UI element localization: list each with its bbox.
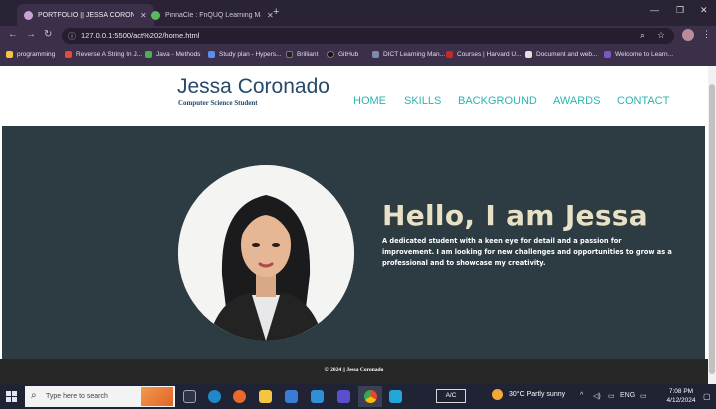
- hero-section: Hello, I am Jessa A dedicated student wi…: [2, 126, 705, 359]
- tab-portfolio[interactable]: PORTFOLIO || JESSA CORONADO ✕: [17, 4, 154, 26]
- nav-awards[interactable]: AWARDS: [553, 95, 600, 107]
- site-footer: © 2024 || Jessa Coronado: [0, 359, 708, 384]
- search-icon: ⌕: [31, 390, 37, 401]
- network-icon[interactable]: ▭: [608, 392, 615, 400]
- scroll-thumb[interactable]: [709, 84, 715, 374]
- taskbar-clock[interactable]: 7:08 PM 4/12/2024: [664, 387, 698, 405]
- bookmark-item[interactable]: DICT Learning Man...: [372, 51, 445, 58]
- bookmark-star-icon[interactable]: ☆: [657, 30, 665, 41]
- mail-icon[interactable]: [311, 390, 324, 403]
- show-hidden-icons-icon[interactable]: ^: [580, 392, 583, 399]
- task-view-icon[interactable]: [183, 390, 196, 403]
- bookmark-item[interactable]: Brilliant: [286, 51, 318, 58]
- notifications-icon[interactable]: ▢: [703, 392, 711, 401]
- tab-pinnacle[interactable]: PinnaCle : FnQUQ Learning Ma... ✕: [144, 4, 281, 26]
- profile-photo: [178, 165, 354, 341]
- page-scrollbar[interactable]: [708, 66, 716, 384]
- nav-background[interactable]: BACKGROUND: [458, 95, 537, 107]
- browser-toolbar: ← → ↻ ⓘ 127.0.0.1:5500/act%202/home.html…: [0, 26, 716, 46]
- nav-contact[interactable]: CONTACT: [617, 95, 669, 107]
- partly-sunny-icon: [492, 389, 503, 400]
- web-page: Jessa Coronado Computer Science Student …: [0, 66, 708, 384]
- clock-date: 4/12/2024: [666, 397, 696, 404]
- store-icon[interactable]: [285, 390, 298, 403]
- back-button[interactable]: ←: [8, 29, 18, 40]
- browser-menu-icon[interactable]: ⋮: [702, 29, 711, 40]
- search-placeholder: Type here to search: [46, 393, 108, 400]
- tab-title: PORTFOLIO || JESSA CORONADO: [38, 11, 134, 19]
- hero-description: A dedicated student with a keen eye for …: [382, 237, 672, 267]
- bookmark-item[interactable]: Courses | Harvard U...: [446, 51, 522, 58]
- restore-button[interactable]: ❐: [676, 5, 684, 16]
- bookmark-favicon-icon: [65, 51, 72, 58]
- clock-time: 7:08 PM: [668, 388, 694, 395]
- bookmark-favicon-icon: [286, 51, 293, 58]
- bookmark-favicon-icon: [372, 51, 379, 58]
- weather-text: 30°C Partly sunny: [509, 391, 566, 398]
- url-text: 127.0.0.1:5500/act%202/home.html: [81, 31, 200, 40]
- site-subtitle: Computer Science Student: [178, 99, 258, 107]
- bookmark-favicon-icon: [208, 51, 215, 58]
- forward-button[interactable]: →: [26, 29, 36, 40]
- tab-title: PinnaCle : FnQUQ Learning Ma...: [165, 11, 261, 19]
- bookmark-item[interactable]: Welcome to Learn...: [604, 51, 673, 58]
- bookmark-item[interactable]: GitHub: [327, 51, 358, 58]
- bookmark-item[interactable]: Study plan - Hypers...: [208, 51, 282, 58]
- profile-avatar[interactable]: [682, 29, 694, 41]
- vscode-icon[interactable]: [389, 390, 402, 403]
- nav-home[interactable]: HOME: [353, 95, 386, 107]
- bookmark-item[interactable]: Document and web...: [525, 51, 597, 58]
- chrome-icon[interactable]: [364, 390, 377, 403]
- language-indicator[interactable]: ENG: [620, 392, 635, 399]
- bookmark-favicon-icon: [604, 51, 611, 58]
- pinnacle-favicon-icon: [151, 10, 160, 20]
- taskbar-search-input[interactable]: ⌕ Type here to search: [25, 386, 175, 407]
- bookmark-favicon-icon: [446, 51, 453, 58]
- site-info-icon[interactable]: ⓘ: [68, 31, 76, 42]
- zoom-search-icon[interactable]: ⌕: [640, 30, 645, 41]
- bookmark-favicon-icon: [145, 51, 152, 58]
- reload-button[interactable]: ↻: [44, 29, 52, 40]
- firefox-icon[interactable]: [233, 390, 246, 403]
- portfolio-favicon-icon: [24, 10, 33, 20]
- weather-widget[interactable]: 30°C Partly sunny: [492, 389, 565, 400]
- site-header: Jessa Coronado Computer Science Student …: [0, 66, 708, 126]
- nav-skills[interactable]: SKILLS: [404, 95, 441, 107]
- volume-icon[interactable]: ◁): [593, 392, 601, 400]
- app-icon[interactable]: [337, 390, 350, 403]
- portrait-illustration: [178, 165, 354, 341]
- bookmarks-bar: programming Reverse A String In J... Jav…: [0, 46, 716, 66]
- bookmark-item[interactable]: Reverse A String In J...: [65, 51, 142, 58]
- tab-strip: PORTFOLIO || JESSA CORONADO ✕ PinnaCle :…: [0, 0, 716, 26]
- ac-badge: A/C: [436, 389, 466, 403]
- windows-taskbar: ⌕ Type here to search A/C 30°C Partly su…: [0, 384, 716, 409]
- hero-heading: Hello, I am Jessa: [382, 199, 648, 232]
- close-window-button[interactable]: ✕: [700, 5, 708, 16]
- battery-icon[interactable]: ▭: [640, 392, 647, 400]
- github-icon: [327, 51, 334, 58]
- file-explorer-icon[interactable]: [259, 390, 272, 403]
- windows-start-icon[interactable]: [6, 391, 17, 402]
- edge-icon[interactable]: [208, 390, 221, 403]
- footer-copyright: © 2024 || Jessa Coronado: [324, 367, 384, 373]
- site-name: Jessa Coronado: [177, 75, 330, 98]
- address-bar[interactable]: ⓘ 127.0.0.1:5500/act%202/home.html ⌕ ☆: [62, 28, 674, 44]
- bookmark-favicon-icon: [525, 51, 532, 58]
- bookmark-item[interactable]: programming: [6, 51, 55, 58]
- new-tab-button[interactable]: +: [273, 6, 279, 18]
- bookmark-item[interactable]: Java - Methods: [145, 51, 200, 58]
- folder-icon: [6, 51, 13, 58]
- minimize-button[interactable]: —: [650, 5, 659, 15]
- search-highlight-icon: [141, 387, 173, 406]
